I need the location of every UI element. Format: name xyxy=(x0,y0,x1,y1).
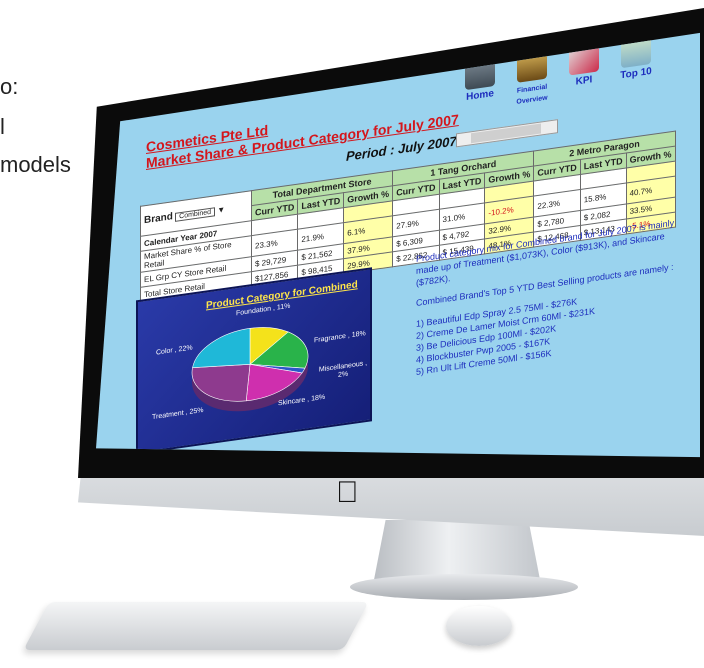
monitor-stand-base xyxy=(350,574,578,600)
keyboard xyxy=(23,602,369,650)
period-scrollbar[interactable] xyxy=(456,119,558,148)
brand-select[interactable]: Combined xyxy=(175,207,216,222)
nav-home-label: Home xyxy=(466,88,494,103)
product-category-pie-panel: Product Category for Combined Foundation… xyxy=(136,267,372,455)
scroll-thumb[interactable] xyxy=(471,123,541,144)
imac-monitor:  Home Financial Overview KPI Top 10 Cos… xyxy=(0,0,704,668)
group-code: 1 xyxy=(430,167,436,179)
dashboard-screen: Home Financial Overview KPI Top 10 Cosme… xyxy=(96,32,700,458)
mouse xyxy=(446,606,512,646)
brand-label: Brand xyxy=(144,211,173,227)
pie-chart xyxy=(191,327,309,412)
nav-top10-label: Top 10 xyxy=(620,65,652,82)
apple-logo-icon:  xyxy=(336,476,359,510)
chevron-down-icon[interactable]: ▼ xyxy=(217,205,225,215)
nav-kpi-label: KPI xyxy=(575,74,593,88)
nav-financial-overview-label: Financial Overview xyxy=(516,83,548,106)
group-code: 2 xyxy=(569,147,575,159)
